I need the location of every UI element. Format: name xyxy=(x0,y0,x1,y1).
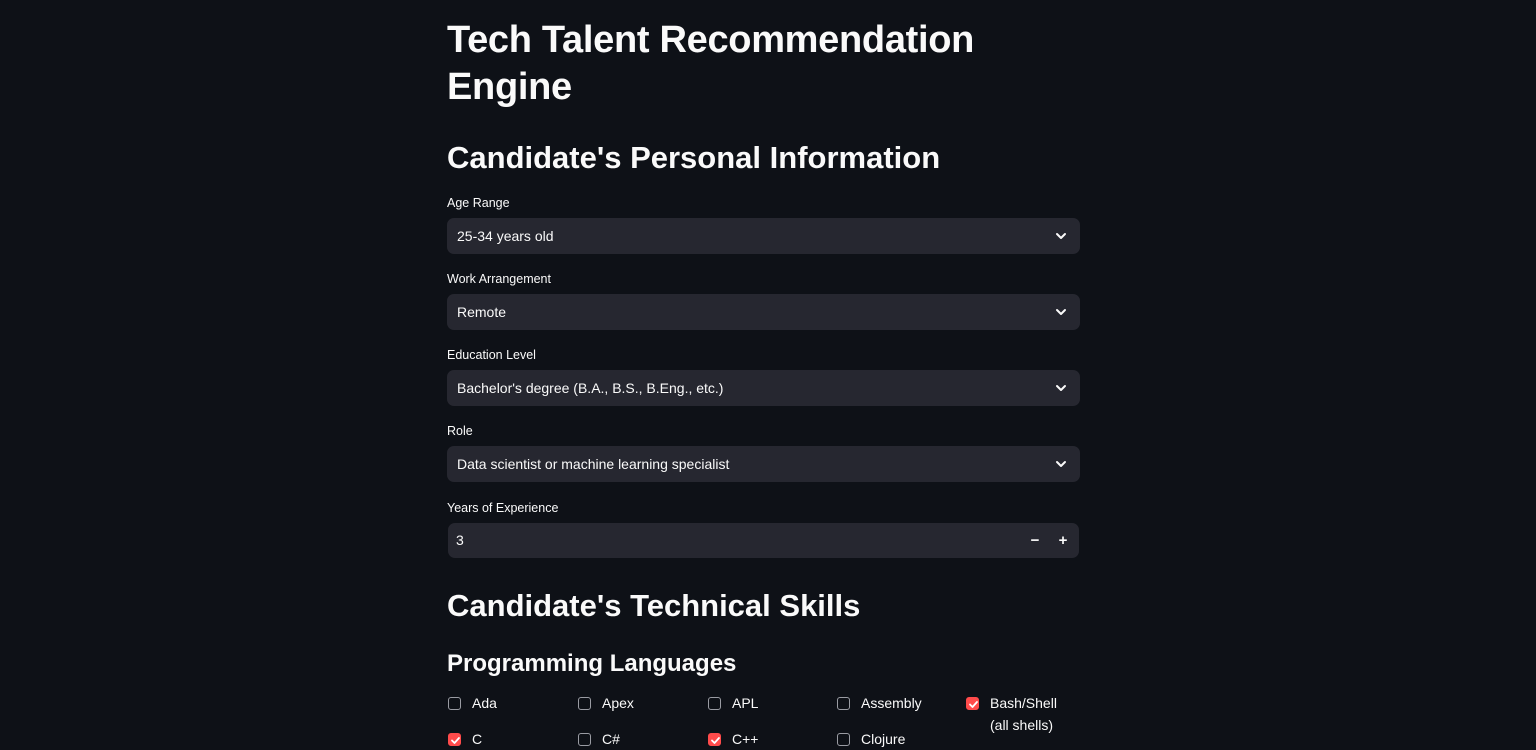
chevron-down-icon xyxy=(1056,385,1066,391)
years-experience-value[interactable]: 3 xyxy=(456,523,464,558)
checkbox-box-checked[interactable] xyxy=(448,733,461,746)
checkbox-box[interactable] xyxy=(837,697,850,710)
education-level-label: Education Level xyxy=(447,348,536,362)
checkbox-ada[interactable]: Ada xyxy=(447,694,552,714)
increment-button[interactable]: + xyxy=(1049,523,1077,558)
role-label: Role xyxy=(447,424,473,438)
checkbox-assembly[interactable]: Assembly xyxy=(836,694,941,714)
checkbox-box[interactable] xyxy=(448,697,461,710)
checkbox-apl[interactable]: APL xyxy=(707,694,812,714)
checkbox-clojure[interactable]: Clojure xyxy=(836,730,941,750)
years-experience-input[interactable]: 3 − + xyxy=(448,523,1079,558)
checkbox-box[interactable] xyxy=(578,733,591,746)
checkbox-label: Assembly xyxy=(861,695,922,711)
years-experience-label: Years of Experience xyxy=(447,501,559,515)
checkbox-box[interactable] xyxy=(708,697,721,710)
work-arrangement-label: Work Arrangement xyxy=(447,272,551,286)
checkbox-csharp[interactable]: C# xyxy=(577,730,682,750)
check-icon xyxy=(451,737,460,744)
checkbox-label: C# xyxy=(602,731,620,747)
checkbox-cpp[interactable]: C++ xyxy=(707,730,812,750)
checkbox-label: Clojure xyxy=(861,731,906,747)
chevron-down-icon xyxy=(1056,233,1066,239)
work-arrangement-value: Remote xyxy=(457,304,507,320)
age-range-value: 25-34 years old xyxy=(457,228,554,244)
checkbox-label: Apex xyxy=(602,695,634,711)
work-arrangement-select[interactable]: Remote xyxy=(447,294,1080,330)
checkbox-label: Ada xyxy=(472,695,497,711)
checkbox-c[interactable]: C xyxy=(447,730,552,750)
decrement-button[interactable]: − xyxy=(1021,523,1049,558)
role-select[interactable]: Data scientist or machine learning speci… xyxy=(447,446,1080,482)
role-value: Data scientist or machine learning speci… xyxy=(457,456,730,472)
page-title: Tech Talent Recommendation Engine xyxy=(447,19,975,108)
age-range-select[interactable]: 25-34 years old xyxy=(447,218,1080,254)
checkbox-label: C++ xyxy=(732,731,759,747)
checkbox-label: Bash/Shell (all shells) xyxy=(990,695,1057,733)
checkbox-bash-shell[interactable]: Bash/Shell (all shells) xyxy=(965,694,1070,736)
check-icon xyxy=(969,701,978,708)
education-level-value: Bachelor's degree (B.A., B.S., B.Eng., e… xyxy=(457,380,724,396)
programming-languages-heading: Programming Languages xyxy=(447,650,737,677)
checkbox-box-checked[interactable] xyxy=(708,733,721,746)
checkbox-box[interactable] xyxy=(837,733,850,746)
chevron-down-icon xyxy=(1056,461,1066,467)
check-icon xyxy=(711,737,720,744)
checkbox-box[interactable] xyxy=(578,697,591,710)
education-level-select[interactable]: Bachelor's degree (B.A., B.S., B.Eng., e… xyxy=(447,370,1080,406)
personal-info-heading: Candidate's Personal Information xyxy=(447,140,941,175)
technical-skills-heading: Candidate's Technical Skills xyxy=(447,588,861,623)
checkbox-box-checked[interactable] xyxy=(966,697,979,710)
checkbox-label: APL xyxy=(732,695,759,711)
age-range-label: Age Range xyxy=(447,196,510,210)
checkbox-label: C xyxy=(472,731,483,747)
checkbox-apex[interactable]: Apex xyxy=(577,694,682,714)
chevron-down-icon xyxy=(1056,309,1066,315)
